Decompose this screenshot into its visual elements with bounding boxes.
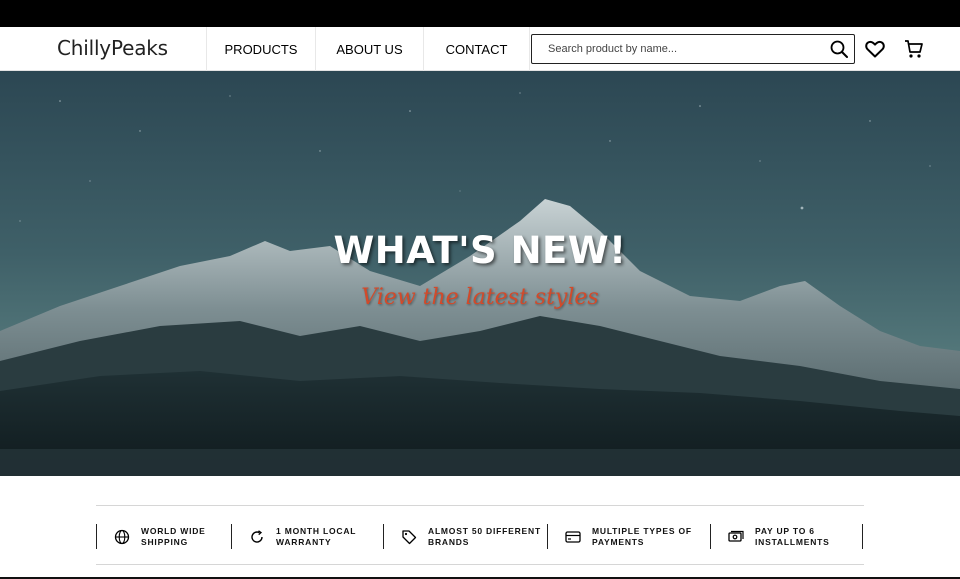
globe-icon [113,528,131,546]
navbar: ChillyPeaks PRODUCTS ABOUT US CONTACT [0,27,960,71]
search-button[interactable] [828,38,850,60]
cart-icon [905,40,923,58]
feature-item: MULTIPLE TYPES OF PAYMENTS [547,524,710,549]
cash-icon [727,528,745,546]
heart-icon [865,40,885,58]
hero-subtitle-link[interactable]: View the latest styles [0,285,960,310]
feature-label: ALMOST 50 DIFFERENT BRANDS [428,525,541,547]
search-icon [830,40,848,58]
feature-label: MULTIPLE TYPES OF PAYMENTS [592,525,692,547]
features-strip: WORLD WIDE SHIPPING 1 MONTH LOCAL WARRANTY… [96,505,864,565]
feature-item: 1 MONTH LOCAL WARRANTY [231,524,383,549]
feature-item: PAY UP TO 6 INSTALLMENTS [710,524,863,549]
wishlist-button[interactable] [864,38,886,60]
top-black-bar [0,0,960,27]
feature-item: WORLD WIDE SHIPPING [96,524,231,549]
feature-label: WORLD WIDE SHIPPING [141,525,206,547]
cart-button[interactable] [903,38,925,60]
hero-title: WHAT'S NEW! [333,229,627,272]
site-logo[interactable]: ChillyPeaks [57,35,168,61]
nav-link-contact[interactable]: CONTACT [423,27,530,71]
nav-link-products[interactable]: PRODUCTS [206,27,315,71]
hero-banner[interactable]: WHAT'S NEW! View the latest styles [0,71,960,476]
feature-label: 1 MONTH LOCAL WARRANTY [276,525,357,547]
credit-card-icon [564,528,582,546]
feature-item: ALMOST 50 DIFFERENT BRANDS [383,524,547,549]
search-input[interactable] [532,35,822,63]
tag-icon [400,528,418,546]
search-bar [531,34,855,64]
feature-label: PAY UP TO 6 INSTALLMENTS [755,525,830,547]
nav-link-about-us[interactable]: ABOUT US [315,27,423,71]
mountain-landscape-image [0,71,960,476]
refresh-icon [248,528,266,546]
